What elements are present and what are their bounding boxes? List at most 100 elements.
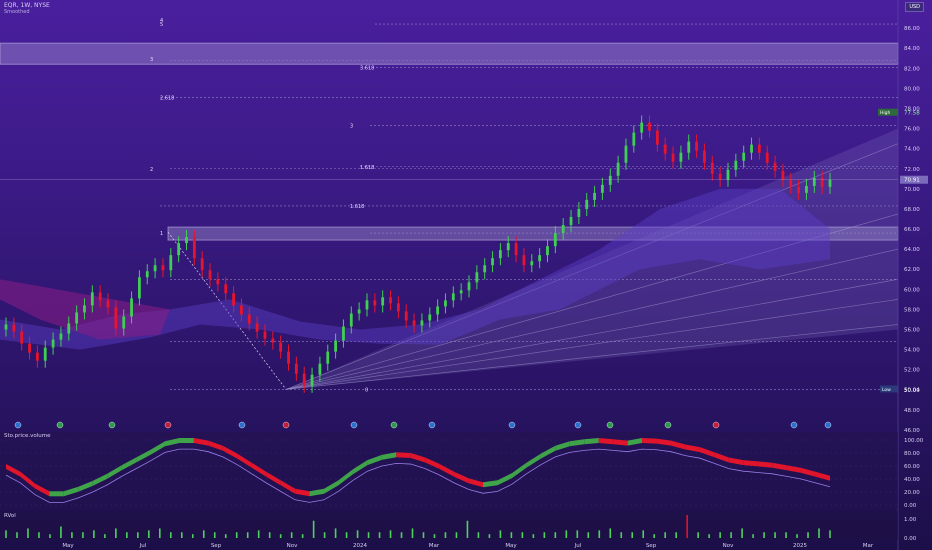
fib-level-label: 1.618: [350, 204, 364, 210]
candle: [797, 186, 801, 193]
volume-tick: 1.00: [904, 517, 917, 523]
volume-bar: [126, 532, 128, 538]
candle: [122, 316, 126, 329]
event-marker: [108, 421, 116, 429]
volume-bar: [137, 532, 139, 538]
candle: [742, 152, 746, 161]
candle: [247, 314, 251, 324]
candle: [585, 199, 589, 209]
candle: [703, 150, 706, 163]
candle: [546, 246, 549, 256]
candle: [373, 300, 377, 306]
event-marker: [574, 421, 582, 429]
low-badge-label: Low: [882, 387, 891, 393]
event-marker: [428, 421, 436, 429]
candle: [436, 306, 440, 315]
price-tick: 52.00: [904, 368, 920, 374]
candle: [726, 169, 730, 180]
event-marker: [508, 421, 516, 429]
candle: [98, 292, 102, 301]
candle: [310, 374, 314, 386]
volume-bar: [675, 532, 677, 538]
candle: [342, 326, 345, 341]
stoch-pane: 100.00 80.00 60.00 40.00 20.00 0.00: [0, 432, 924, 509]
candle: [240, 305, 243, 315]
candle: [734, 160, 738, 170]
time-tick: Mar: [863, 543, 874, 549]
candle: [710, 162, 714, 174]
volume-bar: [345, 532, 348, 538]
candle: [773, 162, 777, 171]
volume-bar: [774, 532, 776, 538]
price-tick: 64.00: [904, 247, 920, 253]
stoch-tick: 100.00: [904, 438, 924, 444]
candle: [577, 208, 581, 217]
volume-bar: [224, 534, 227, 538]
candle: [161, 265, 165, 271]
candle: [671, 153, 675, 162]
candle: [83, 305, 86, 313]
volume-bar: [510, 532, 513, 538]
candle: [224, 284, 228, 294]
event-markers: [14, 421, 832, 429]
volume-bar: [422, 532, 425, 538]
stoch-tick: 80.00: [904, 451, 920, 457]
event-marker: [238, 421, 246, 429]
candle: [232, 293, 235, 306]
volume-bar: [115, 528, 117, 538]
volume-bar: [290, 532, 293, 538]
fib-level-label: 2: [150, 167, 153, 173]
candle: [655, 130, 659, 145]
candle: [279, 342, 283, 352]
candle: [648, 122, 651, 131]
volume-bar: [378, 532, 381, 538]
volume-bar: [455, 532, 458, 538]
candle: [326, 351, 330, 364]
volume-bar: [477, 532, 480, 538]
volume-bar: [312, 520, 315, 538]
candle: [412, 320, 416, 326]
volume-bar: [499, 530, 502, 538]
candle: [467, 282, 471, 291]
volume-bar: [521, 532, 524, 538]
price-tick: 56.00: [904, 328, 920, 334]
event-marker: [56, 421, 64, 429]
volume-bar: [257, 530, 260, 538]
candle: [757, 144, 761, 153]
candle: [530, 261, 534, 266]
volume-bar: [488, 534, 491, 538]
candle: [624, 145, 628, 163]
current-price: 70.91: [904, 178, 920, 184]
volume-bar: [818, 528, 820, 538]
currency-button[interactable]: USD: [905, 2, 924, 12]
volume-bar: [180, 532, 183, 538]
event-marker: [790, 421, 798, 429]
volume-bar: [191, 534, 194, 538]
volume-bar: [730, 532, 732, 538]
candle: [271, 338, 275, 343]
volume-bar: [829, 530, 831, 538]
stoch-band: [179, 438, 194, 443]
candle: [153, 265, 157, 272]
price-tick: 70.00: [904, 187, 920, 193]
price-tick: 82.00: [904, 66, 920, 72]
price-tick: 48.00: [904, 408, 920, 414]
event-marker: [390, 421, 398, 429]
price-tick: 86.00: [904, 26, 920, 32]
candle: [561, 225, 565, 234]
candle: [51, 339, 55, 348]
candle: [255, 323, 259, 332]
candle: [145, 271, 149, 278]
candle: [106, 300, 110, 308]
candle: [679, 152, 683, 162]
volume-bar: [642, 530, 645, 538]
candle: [35, 352, 39, 361]
volume-bar: [587, 532, 590, 538]
volume-bar: [235, 532, 238, 538]
stoch-label: Sto.price.volume: [4, 433, 51, 439]
candle: [444, 300, 447, 307]
volume-bar: [411, 528, 414, 538]
candle: [28, 343, 31, 353]
volume-bar: [38, 532, 40, 538]
candle: [483, 265, 487, 273]
